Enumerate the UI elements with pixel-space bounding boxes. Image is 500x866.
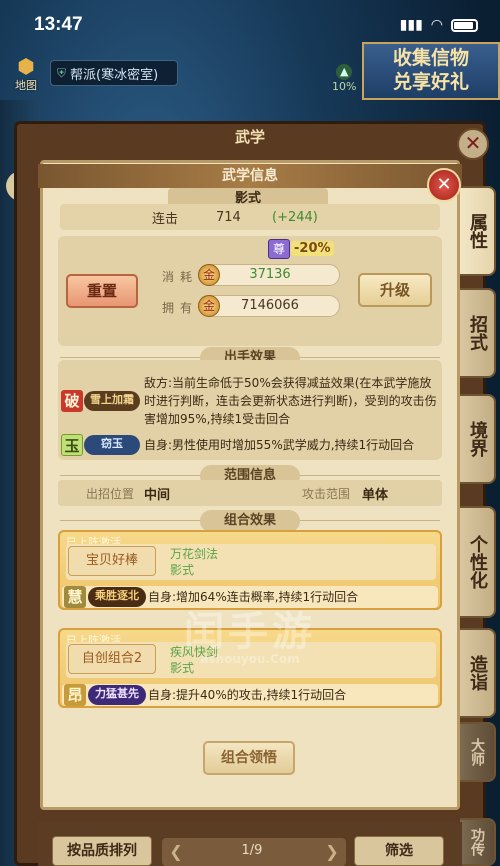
map-pin-icon: ⬢	[17, 54, 35, 78]
stat-row: 连击 714 (+244)	[60, 204, 440, 230]
tab-label: 属性	[467, 213, 488, 249]
tab-master[interactable]: 大师	[460, 722, 496, 782]
combo-member: 万花剑法	[170, 547, 219, 561]
banner-line-2: 兑享好礼	[392, 71, 469, 93]
attack-range-label: 攻击范围	[302, 486, 351, 501]
map-button[interactable]: ⬢ 地图	[6, 55, 46, 97]
combo-members: 万花剑法 影式	[170, 546, 218, 578]
stat-name: 连击	[152, 211, 179, 227]
combo-title: 组合效果	[200, 510, 300, 532]
stat-value: 714	[216, 209, 241, 225]
collect-event-banner[interactable]: 收集信物 兑享好礼	[362, 42, 500, 100]
coin-icon: 金	[198, 264, 220, 286]
boost-indicator[interactable]: ▲ 10%	[332, 64, 356, 93]
combo-card[interactable]: 已上阵激活 自创组合2 疾风快剑 影式 昂 力猛甚先 自身:提升40%的攻击,持…	[58, 628, 442, 708]
effect-description: 敌方:当前生命低于50%会获得减益效果(在本武学施放时进行判断，连击会更新状态进…	[144, 376, 437, 426]
tab-label: 大师	[469, 738, 485, 766]
combo-member: 疾风快剑	[170, 645, 219, 659]
combo-effect: 自身:提升40%的攻击,持续1行动回合	[148, 688, 347, 702]
jade-badge: 玉	[61, 434, 83, 456]
range-info: 出招位置 中间 攻击范围 单体	[58, 480, 442, 506]
faction-text: 帮派(寒冰密室)	[70, 67, 159, 83]
tab-transmit[interactable]: 功传	[460, 818, 496, 866]
cost-value: 37136	[200, 264, 340, 286]
combo-effect-row: 慧 乘胜逐北 自身:增加64%连击概率,持续1行动回合	[62, 586, 438, 608]
stat-bonus: (+244)	[272, 209, 318, 225]
wisdom-badge: 慧	[64, 586, 86, 608]
upgrade-button[interactable]: 升级	[358, 273, 432, 307]
tab-label: 境界	[467, 421, 488, 457]
discount-label: -20%	[291, 241, 334, 256]
combo-comprehend-button[interactable]: 组合领悟	[203, 741, 295, 775]
up-arrow-icon: ▲	[336, 64, 353, 80]
own-value: 7146066	[200, 295, 340, 317]
skill-tag[interactable]: 力猛甚先	[88, 685, 146, 705]
coin-icon: 金	[198, 295, 220, 317]
skill-tag[interactable]: 窃玉	[84, 435, 140, 455]
status-time: 13:47	[34, 14, 83, 35]
tab-realm[interactable]: 境界	[460, 394, 496, 484]
combo-member: 影式	[170, 661, 195, 675]
tab-personalize[interactable]: 个性化	[460, 506, 496, 618]
banner-line-1: 收集信物	[392, 47, 469, 69]
combo-name: 自创组合2	[68, 644, 156, 674]
attack-range-value: 单体	[362, 487, 389, 503]
panel-close-button[interactable]: ✕	[427, 168, 461, 202]
tab-label: 个性化	[467, 535, 488, 589]
break-badge: 破	[61, 390, 83, 412]
combo-effect: 自身:增加64%连击概率,持续1行动回合	[148, 590, 359, 604]
combo-effect-row: 昂 力猛甚先 自身:提升40%的攻击,持续1行动回合	[62, 684, 438, 706]
window-title: 武学	[234, 128, 265, 146]
tab-moves[interactable]: 招式	[460, 288, 496, 378]
next-page-icon[interactable]: ❯	[322, 841, 342, 863]
vip-icon: 尊	[268, 239, 290, 259]
combo-card[interactable]: 已上阵激活 宝贝好棒 万花剑法 影式 慧 乘胜逐北 自身:增加64%连击概率,持…	[58, 530, 442, 610]
combo-member: 影式	[170, 563, 195, 577]
sort-by-quality-button[interactable]: 按品质排列	[52, 836, 152, 866]
panel-title: 武学信息	[38, 164, 462, 188]
battery-icon	[451, 18, 478, 32]
tab-attributes[interactable]: 属性	[460, 186, 496, 276]
skill-tag[interactable]: 乘胜逐北	[88, 587, 146, 607]
skill-tag[interactable]: 雪上加霜	[84, 391, 140, 411]
wifi-icon: ◠	[430, 17, 443, 33]
tab-label: 功传	[469, 828, 485, 856]
combo-members: 疾风快剑 影式	[170, 644, 218, 676]
boost-pct: 10%	[332, 80, 357, 93]
map-label: 地图	[15, 79, 37, 92]
faction-icon: ⛨	[57, 65, 67, 80]
tab-mastery[interactable]: 造诣	[460, 628, 496, 718]
signal-icon: ▮▮▮	[399, 17, 423, 33]
filter-button[interactable]: 筛选	[354, 836, 444, 866]
tab-label: 招式	[467, 315, 488, 351]
combo-name: 宝贝好棒	[68, 546, 156, 576]
effect-description: 自身:男性使用时增加55%武学威力,持续1行动回合	[144, 438, 415, 452]
tab-label: 造诣	[467, 655, 488, 691]
own-label: 拥有	[162, 301, 199, 315]
faction-location-label[interactable]: ⛨ 帮派(寒冰密室)	[50, 60, 178, 86]
pager: ❮ 1/9 ❯	[162, 838, 346, 866]
page-indicator: 1/9	[241, 843, 263, 858]
reset-button[interactable]: 重置	[66, 274, 138, 308]
vigor-badge: 昂	[64, 684, 86, 706]
window-close-button[interactable]: ✕	[457, 128, 489, 160]
prev-page-icon[interactable]: ❮	[166, 841, 186, 863]
status-icons: ▮▮▮ ◠	[400, 17, 478, 33]
position-label: 出招位置	[86, 486, 135, 501]
cost-label: 消耗	[162, 270, 199, 284]
position-value: 中间	[144, 487, 171, 503]
